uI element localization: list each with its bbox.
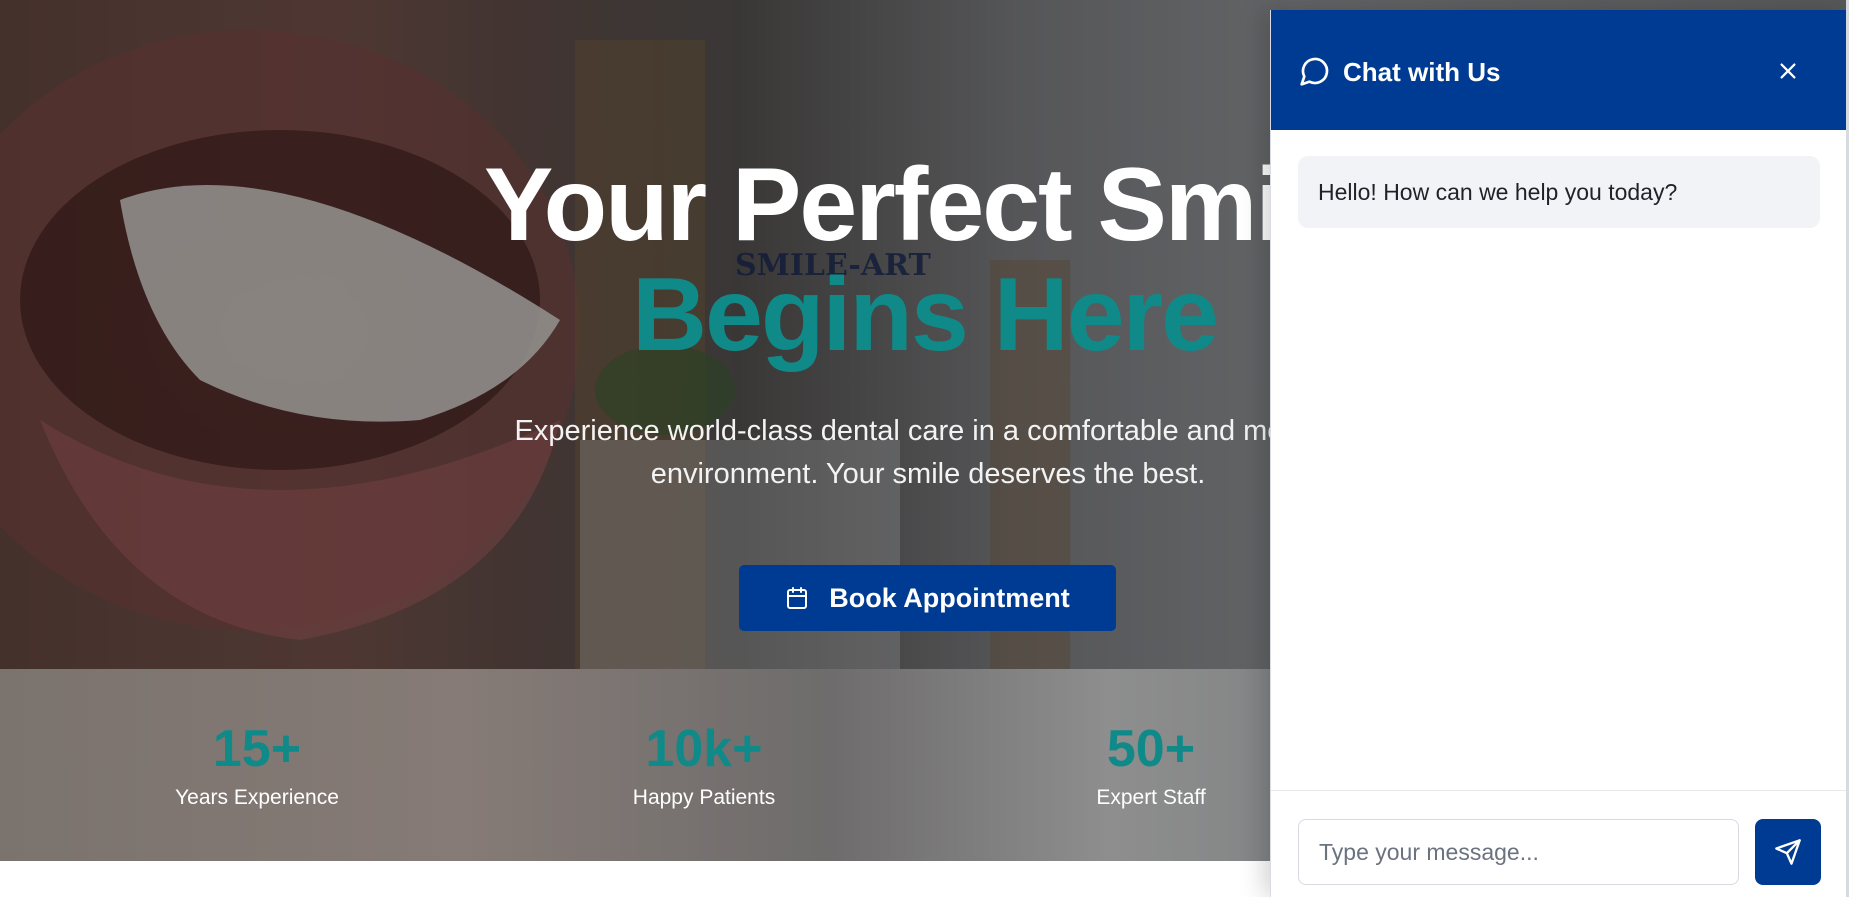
stat-label: Years Experience bbox=[175, 786, 339, 809]
hero-subtitle: Experience world-class dental care in a … bbox=[514, 415, 1342, 490]
chat-panel: Chat with Us Hello! How can we help you … bbox=[1270, 10, 1849, 897]
page: SMILE-ART Your Perfect Smile Begins Here… bbox=[0, 0, 1849, 897]
stat-label: Happy Patients bbox=[632, 786, 776, 809]
close-icon bbox=[1780, 63, 1796, 79]
chat-bubble-icon bbox=[1300, 57, 1329, 86]
chat-message-input[interactable] bbox=[1298, 819, 1739, 885]
stat-value: 10k+ bbox=[645, 720, 763, 778]
send-message-button[interactable] bbox=[1755, 819, 1821, 885]
stat-happy-patients: 10k+ Happy Patients bbox=[554, 719, 854, 811]
stat-expert-staff: 50+ Expert Staff bbox=[1001, 719, 1301, 811]
close-chat-button[interactable] bbox=[1773, 56, 1803, 86]
chat-title: Chat with Us bbox=[1343, 57, 1501, 87]
chat-message-text: Hello! How can we help you today? bbox=[1318, 178, 1678, 205]
stat-value: 50+ bbox=[1106, 720, 1196, 778]
chat-footer bbox=[1271, 790, 1849, 897]
stat-label: Expert Staff bbox=[1096, 786, 1206, 809]
calendar-icon bbox=[787, 587, 808, 609]
stat-years-experience: 15+ Years Experience bbox=[107, 719, 407, 811]
book-appointment-button[interactable]: Book Appointment bbox=[739, 565, 1116, 631]
stat-value: 15+ bbox=[212, 720, 302, 778]
chat-header: Chat with Us bbox=[1271, 10, 1849, 130]
send-icon bbox=[1775, 839, 1801, 865]
book-appointment-label: Book Appointment bbox=[829, 582, 1070, 613]
chat-message-bot: Hello! How can we help you today? bbox=[1298, 156, 1820, 228]
